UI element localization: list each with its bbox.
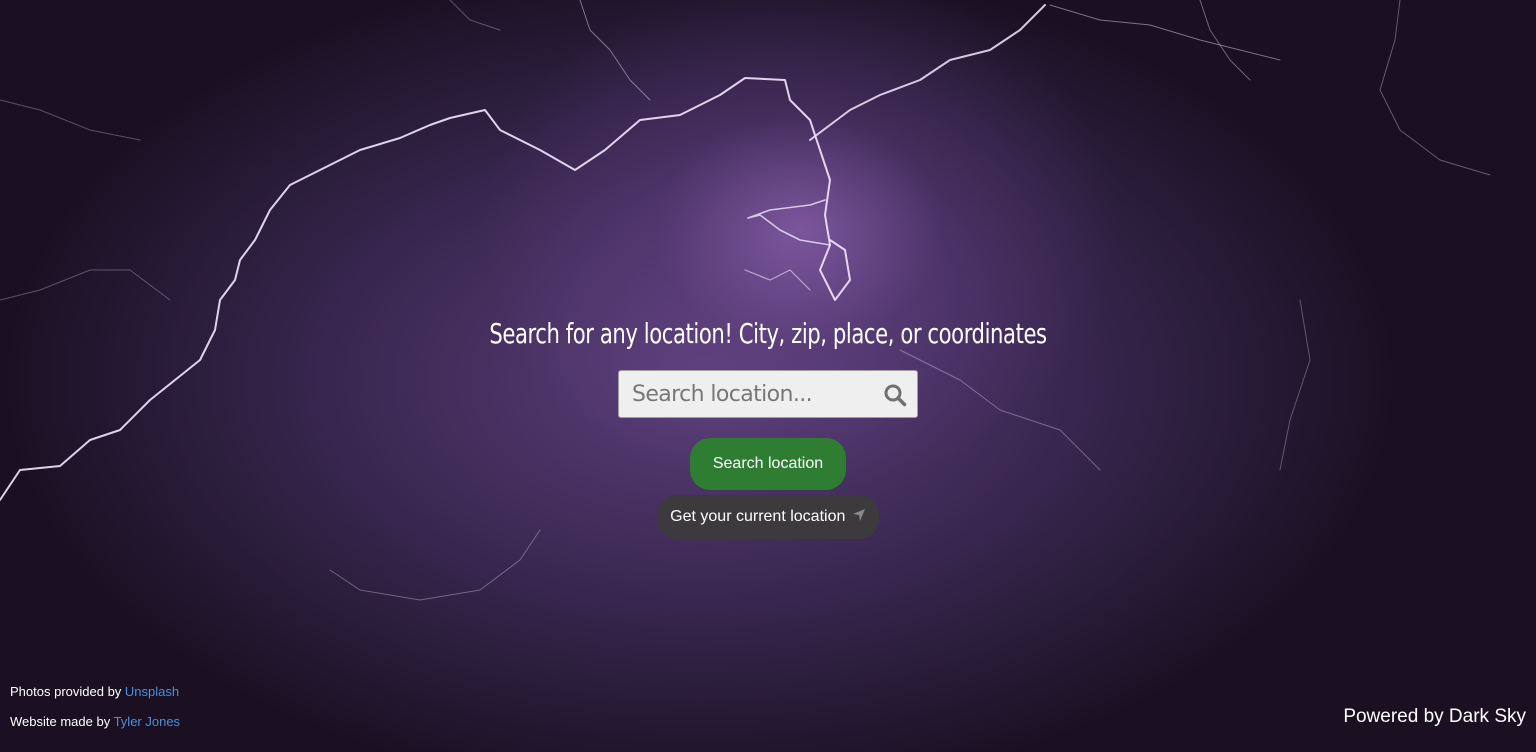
unsplash-link[interactable]: Unsplash [125, 684, 179, 699]
powered-by-dark-sky: Powered by Dark Sky [1343, 706, 1526, 727]
search-box [618, 370, 918, 418]
author-link[interactable]: Tyler Jones [114, 714, 180, 729]
search-icon[interactable] [883, 383, 907, 407]
author-credit: Website made by Tyler Jones [10, 714, 180, 729]
photo-credit-label: Photos provided by [10, 684, 125, 699]
photo-credit: Photos provided by Unsplash [10, 684, 179, 699]
search-input[interactable] [619, 371, 869, 417]
location-arrow-icon [852, 509, 865, 521]
hero-section: Search for any location! City, zip, plac… [0, 312, 1536, 356]
current-location-label: Get your current location [670, 508, 846, 525]
page-headline: Search for any location! City, zip, plac… [489, 317, 1047, 350]
search-location-button[interactable]: Search location [690, 438, 846, 490]
author-credit-label: Website made by [10, 714, 114, 729]
current-location-button[interactable]: Get your current location [657, 495, 879, 539]
